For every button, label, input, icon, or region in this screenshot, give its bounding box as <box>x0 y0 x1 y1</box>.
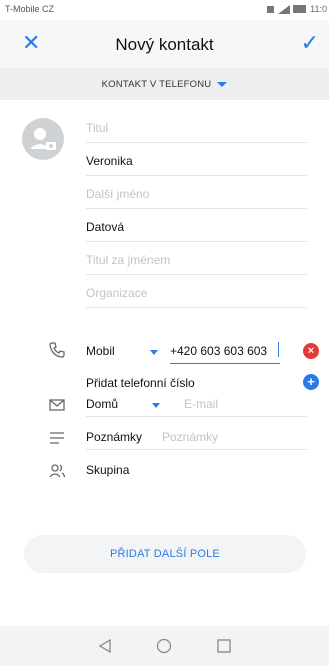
notes-field[interactable]: Poznámky <box>162 430 218 444</box>
navigation-bar <box>0 626 329 666</box>
last-name-field[interactable]: Datová <box>86 220 286 234</box>
add-phone-link[interactable]: Přidat telefonní číslo <box>86 376 195 390</box>
home-nav-icon[interactable] <box>156 638 172 654</box>
phone-type-chevron-icon[interactable] <box>150 350 158 355</box>
add-field-button[interactable]: PŘIDAT DALŠÍ POLE <box>24 535 306 573</box>
first-name-field[interactable]: Veronika <box>86 154 286 168</box>
notes-icon <box>50 432 64 444</box>
middle-name-field[interactable]: Další jméno <box>86 187 286 201</box>
sim-icon <box>267 5 275 13</box>
carrier-name: T-Mobile CZ <box>5 4 55 14</box>
email-icon <box>49 399 65 411</box>
text-cursor <box>278 342 279 357</box>
signal-icon <box>278 4 291 14</box>
email-type-label[interactable]: Domů <box>86 397 118 411</box>
account-selector[interactable]: KONTAKT V TELEFONU <box>0 68 329 100</box>
header: ✕ Nový kontakt ✓ <box>0 20 329 68</box>
account-label: KONTAKT V TELEFONU <box>101 78 212 90</box>
status-icons: 11:0 <box>266 4 327 14</box>
notes-label: Poznámky <box>86 430 143 444</box>
avatar[interactable] <box>22 118 64 160</box>
clock: 11:0 <box>310 4 327 14</box>
divider <box>86 449 307 450</box>
phone-icon <box>49 342 65 358</box>
phone-type-label[interactable]: Mobil <box>86 344 115 358</box>
recents-nav-icon[interactable] <box>216 638 232 654</box>
chevron-down-icon <box>217 81 228 87</box>
email-field[interactable]: E-mail <box>184 397 218 411</box>
back-nav-icon[interactable] <box>98 638 112 654</box>
title-field[interactable]: Titul <box>86 121 286 135</box>
divider <box>86 274 307 275</box>
page-title: Nový kontakt <box>115 35 214 54</box>
divider <box>86 175 307 176</box>
battery-icon <box>293 5 307 13</box>
phone-number-field[interactable]: +420 603 603 603 <box>170 344 267 358</box>
divider <box>86 241 307 242</box>
status-bar: T-Mobile CZ 11:0 <box>0 0 329 20</box>
divider <box>86 307 307 308</box>
email-type-chevron-icon[interactable] <box>152 403 160 408</box>
add-phone-icon[interactable]: + <box>303 374 319 390</box>
group-icon <box>49 464 66 478</box>
suffix-field[interactable]: Titul za jménem <box>86 253 286 267</box>
remove-phone-icon[interactable]: × <box>303 343 319 359</box>
save-check-icon[interactable]: ✓ <box>301 30 319 56</box>
phone-underline <box>170 363 280 364</box>
divider <box>86 416 307 417</box>
divider <box>86 142 307 143</box>
organization-field[interactable]: Organizace <box>86 286 286 300</box>
group-field[interactable]: Skupina <box>86 463 129 477</box>
divider <box>86 208 307 209</box>
add-photo-icon <box>30 128 56 150</box>
